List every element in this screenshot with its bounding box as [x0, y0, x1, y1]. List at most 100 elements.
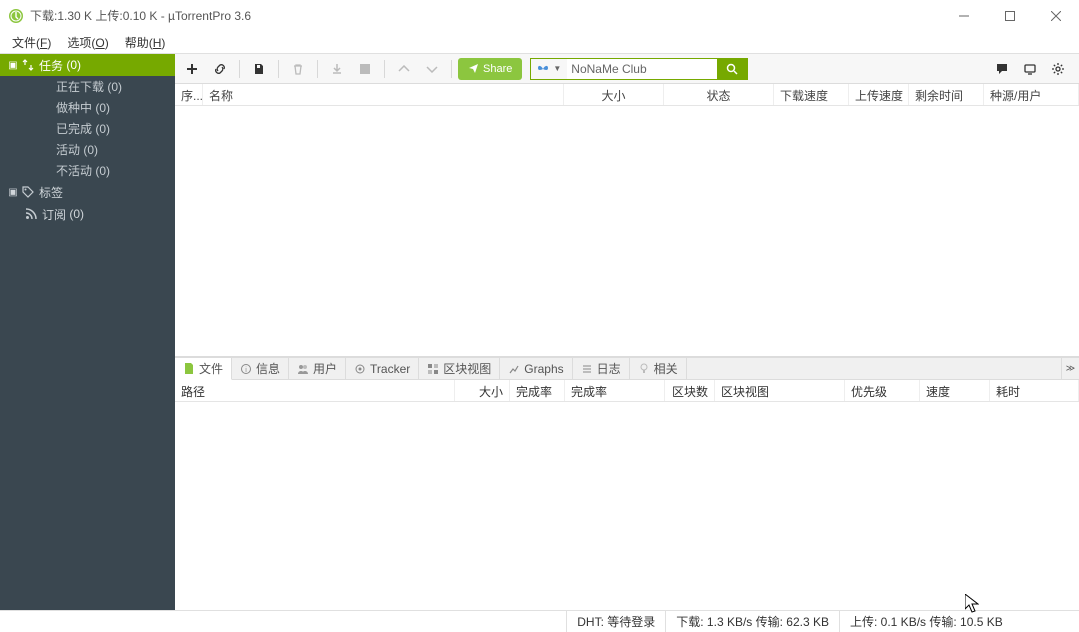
tracker-icon: [354, 363, 366, 375]
titlebar: 下载:1.30 K 上传:0.10 K - µTorrentPro 3.6: [0, 0, 1079, 31]
search-input[interactable]: [567, 59, 717, 79]
col-size[interactable]: 大小: [564, 84, 664, 105]
separator: [239, 60, 240, 78]
remove-button[interactable]: [285, 57, 311, 81]
create-torrent-button[interactable]: [246, 57, 272, 81]
sidebar-item-labels[interactable]: ▣ 标签: [0, 181, 175, 203]
updown-icon: [21, 59, 35, 71]
search-engine-select[interactable]: ▼: [531, 59, 567, 79]
col-name[interactable]: 名称: [203, 84, 564, 105]
col-peers[interactable]: 种源/用户: [984, 84, 1079, 105]
menu-options[interactable]: 选项(O): [59, 31, 116, 54]
graph-icon: [508, 363, 520, 375]
search-button[interactable]: [717, 59, 747, 79]
tab-peers[interactable]: 用户: [289, 358, 346, 379]
dcol-done1[interactable]: 完成率: [510, 380, 565, 401]
maximize-button[interactable]: [987, 0, 1033, 31]
tab-related[interactable]: 相关: [630, 358, 687, 379]
sidebar-item-tasks[interactable]: ▣ 任务 (0): [0, 54, 175, 76]
window-controls: [941, 0, 1079, 31]
tab-expand-button[interactable]: ≫: [1061, 358, 1079, 379]
settings-button[interactable]: [1045, 57, 1071, 81]
tab-log[interactable]: 日志: [573, 358, 630, 379]
app-icon: [8, 8, 24, 24]
sidebar-item-active[interactable]: 活动 (0): [0, 139, 175, 160]
peers-icon: [297, 363, 309, 375]
share-icon: [468, 63, 479, 74]
move-down-button[interactable]: [419, 57, 445, 81]
torrent-list-body[interactable]: [175, 106, 1079, 356]
torrent-list-header[interactable]: 序... 名称 大小 状态 下载速度 上传速度 剩余时间 种源/用户: [175, 84, 1079, 106]
sidebar-item-completed[interactable]: 已完成 (0): [0, 118, 175, 139]
rss-icon: [24, 208, 38, 220]
toolbar: Share ▼: [175, 54, 1079, 84]
dcol-priority[interactable]: 优先级: [845, 380, 920, 401]
menu-file[interactable]: 文件(F): [4, 31, 59, 54]
add-url-button[interactable]: [207, 57, 233, 81]
tag-icon: [21, 186, 35, 198]
files-list-body[interactable]: [175, 402, 1079, 610]
add-torrent-button[interactable]: [179, 57, 205, 81]
col-dlspeed[interactable]: 下载速度: [774, 84, 849, 105]
remote-button[interactable]: [1017, 57, 1043, 81]
window-title: 下载:1.30 K 上传:0.10 K - µTorrentPro 3.6: [30, 7, 941, 24]
gear-icon: [1051, 62, 1065, 76]
dcol-elapsed[interactable]: 耗时: [990, 380, 1079, 401]
tab-tracker[interactable]: Tracker: [346, 358, 419, 379]
col-ord[interactable]: 序...: [175, 84, 203, 105]
start-button[interactable]: [324, 57, 350, 81]
statusbar: DHT: 等待登录 下载: 1.3 KB/s 传输: 62.3 KB 上传: 0…: [0, 610, 1079, 632]
minimize-button[interactable]: [941, 0, 987, 31]
tab-files[interactable]: 文件: [175, 358, 232, 380]
menubar: 文件(F) 选项(O) 帮助(H): [0, 31, 1079, 53]
move-up-button[interactable]: [391, 57, 417, 81]
stop-button[interactable]: [352, 57, 378, 81]
butterfly-icon: [537, 63, 549, 75]
search-icon: [726, 63, 738, 75]
sidebar-item-downloading[interactable]: 正在下载 (0): [0, 76, 175, 97]
col-status[interactable]: 状态: [664, 84, 774, 105]
col-ulspeed[interactable]: 上传速度: [849, 84, 909, 105]
dcol-pieces[interactable]: 区块数: [665, 380, 715, 401]
file-icon: [183, 363, 195, 375]
share-button[interactable]: Share: [458, 58, 522, 80]
detail-tabs: 文件 i信息 用户 Tracker 区块视图 Graphs 日志 相关 ≫: [175, 358, 1079, 380]
status-upload[interactable]: 上传: 0.1 KB/s 传输: 10.5 KB: [839, 611, 1079, 632]
sidebar-item-label: 标签: [39, 184, 63, 201]
detail-pane: 文件 i信息 用户 Tracker 区块视图 Graphs 日志 相关 ≫ 路径…: [175, 357, 1079, 610]
chevron-down-icon: ▼: [553, 64, 561, 73]
dcol-speed[interactable]: 速度: [920, 380, 990, 401]
tab-info[interactable]: i信息: [232, 358, 289, 379]
separator: [451, 60, 452, 78]
sidebar: ▣ 任务 (0) 正在下载 (0) 做种中 (0) 已完成 (0) 活动 (0)…: [0, 54, 175, 610]
sidebar-item-label: 任务: [39, 57, 63, 74]
col-eta[interactable]: 剩余时间: [909, 84, 984, 105]
menu-help[interactable]: 帮助(H): [117, 31, 174, 54]
search-box: ▼: [530, 58, 748, 80]
tab-pieces[interactable]: 区块视图: [419, 358, 500, 379]
status-dht[interactable]: DHT: 等待登录: [566, 611, 665, 632]
pieces-icon: [427, 363, 439, 375]
files-list-header[interactable]: 路径 大小 完成率 完成率 区块数 区块视图 优先级 速度 耗时: [175, 380, 1079, 402]
dcol-size[interactable]: 大小: [455, 380, 510, 401]
sidebar-item-inactive[interactable]: 不活动 (0): [0, 160, 175, 181]
separator: [317, 60, 318, 78]
chat-button[interactable]: [989, 57, 1015, 81]
log-icon: [581, 363, 593, 375]
dcol-done2[interactable]: 完成率: [565, 380, 665, 401]
separator: [278, 60, 279, 78]
sidebar-item-seeding[interactable]: 做种中 (0): [0, 97, 175, 118]
info-icon: i: [240, 363, 252, 375]
sidebar-item-label: 订阅: [42, 206, 66, 223]
torrent-list: 序... 名称 大小 状态 下载速度 上传速度 剩余时间 种源/用户: [175, 84, 1079, 357]
expand-icon: ▣: [8, 187, 18, 198]
separator: [384, 60, 385, 78]
tab-graphs[interactable]: Graphs: [500, 358, 572, 379]
dcol-piecesview[interactable]: 区块视图: [715, 380, 845, 401]
bulb-icon: [638, 363, 650, 375]
sidebar-item-feeds[interactable]: 订阅 (0): [0, 203, 175, 225]
dcol-path[interactable]: 路径: [175, 380, 455, 401]
close-button[interactable]: [1033, 0, 1079, 31]
status-download[interactable]: 下载: 1.3 KB/s 传输: 62.3 KB: [665, 611, 839, 632]
collapse-icon: ▣: [8, 60, 18, 71]
